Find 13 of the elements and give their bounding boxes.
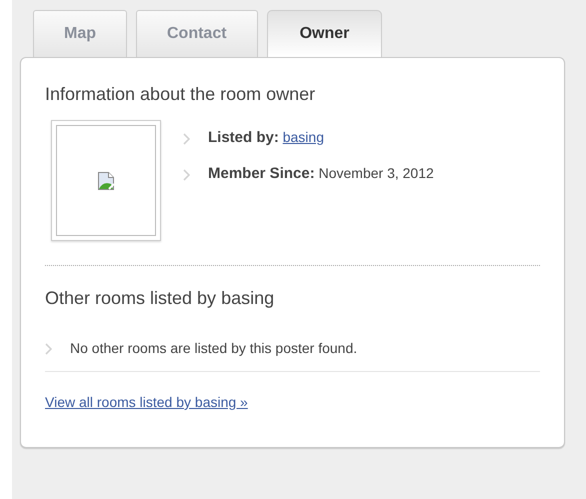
chevron-icon: [183, 133, 190, 145]
username-link[interactable]: basing: [282, 129, 324, 145]
broken-image-icon: [98, 172, 114, 190]
view-all-link[interactable]: View all rooms listed by basing »: [45, 392, 248, 413]
chevron-icon: [45, 342, 52, 354]
tab[interactable]: Owner: [266, 10, 382, 57]
empty-message: No other rooms are listed by this poster found.: [70, 339, 358, 358]
section-heading: Other rooms listed by basing: [45, 287, 276, 310]
section-heading: Information about the room owner: [45, 83, 316, 106]
field-label: Listed by:: [208, 129, 279, 146]
field-value: November 3, 2012: [318, 165, 434, 181]
field-label: Member Since:: [208, 165, 315, 182]
chevron-icon: [183, 169, 190, 181]
